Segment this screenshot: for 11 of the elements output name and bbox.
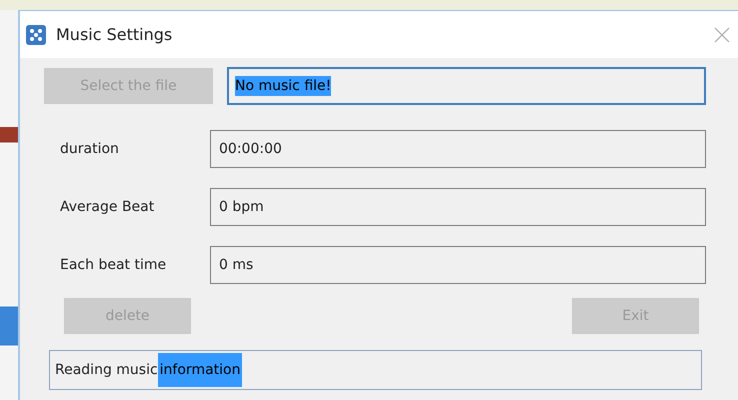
close-icon[interactable] bbox=[714, 26, 730, 42]
field-label: Each beat time bbox=[59, 257, 168, 273]
window-title: Music Settings bbox=[56, 25, 174, 44]
app-icon bbox=[26, 24, 46, 44]
value-field[interactable]: 00:00:00 bbox=[210, 130, 706, 168]
value-field[interactable]: 0 bpm bbox=[210, 188, 706, 226]
status-field: Reading music information bbox=[49, 350, 702, 390]
value-field[interactable]: 0 ms bbox=[210, 246, 706, 284]
field-label: duration bbox=[59, 141, 120, 157]
field-label: Average Beat bbox=[59, 199, 156, 215]
file-field[interactable]: No music file! bbox=[227, 67, 706, 105]
